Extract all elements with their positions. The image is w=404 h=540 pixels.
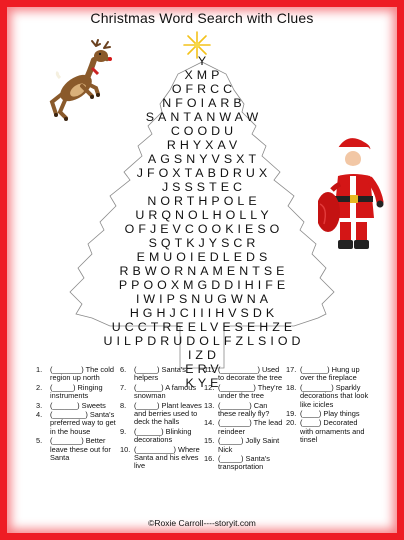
clue-item: 1. (_______) The cold region up north [36, 365, 118, 383]
clue-item: 12. (________) They're under the tree [204, 382, 286, 401]
clue-text: (______) Blinking decorations [134, 426, 192, 445]
clue-item: 17. (______) Hung up over the fireplace [286, 365, 370, 383]
grid-row: EMUOIEDLEDS [136, 250, 272, 264]
grid-row: URQNOLHOLLY [135, 208, 273, 222]
grid-row: HGHJCIIIHVSDK [129, 306, 279, 320]
grid-row: Y [197, 54, 211, 68]
clue-number: 5. [36, 436, 43, 446]
clue-item: 18. (_______) Sparkly decorations that lo… [286, 382, 370, 409]
clue-number: 2. [36, 382, 43, 392]
clue-item: 2. (_____) Ringing instruments [36, 382, 118, 401]
clue-number: 12. [204, 382, 215, 392]
clue-item: 8. (_____) Plant leaves and berries used … [120, 400, 202, 427]
clue-text: (______) A famous snowman [134, 382, 197, 401]
grid-row: RBWORNAMENTSE [119, 264, 289, 278]
grid-row: NORTHPOLE [147, 194, 261, 208]
clue-text: (_____) Plant leaves and berries used to… [134, 400, 202, 427]
clue-list: 1. (_______) The cold region up north 2. (… [0, 365, 404, 516]
clue-item: 6. (_____) Santa's helpers [120, 365, 202, 383]
clue-number: 20. [286, 418, 297, 428]
grid-row: XMP [184, 68, 224, 82]
clue-number: 7. [120, 382, 127, 392]
clue-text: (_______) Sparkly decorations that look … [300, 382, 369, 409]
clue-text: (_______) Better leave these out for San… [50, 436, 111, 463]
clue-text: (_____) Santa's transportation [218, 454, 270, 472]
clue-text: (________) They're under the tree [218, 382, 283, 401]
clue-number: 10. [120, 444, 131, 454]
clue-text: (______) Sweets [50, 400, 106, 410]
clue-text: (_________) Where Santa and his elves li… [134, 444, 200, 471]
clue-number: 1. [36, 365, 43, 374]
grid-row: OFRCC [171, 82, 237, 96]
clue-number: 4. [36, 410, 43, 420]
grid-row: SANTANWAW [145, 110, 263, 124]
clue-number: 15. [204, 436, 215, 446]
clue-text: (____) Play things [300, 409, 360, 419]
clue-text: (_______) The cold region up north [50, 365, 114, 383]
clue-number: 13. [204, 400, 215, 410]
grid-row: PPOOXMGDDIHIFE [118, 278, 290, 292]
clue-text: (_______) Can these really fly? [218, 400, 270, 419]
clue-column-1: 1. (_______) The cold region up north 2. (… [36, 365, 118, 463]
clue-item: 19. (____) Play things [286, 409, 370, 419]
clue-item: 3. (______) Sweets [36, 400, 118, 410]
clue-number: 14. [204, 418, 215, 428]
clue-item: 11. (_________) Used to decorate the tree [204, 365, 286, 383]
grid-row: IWIPSNUGWNA [135, 292, 273, 306]
clue-item: 20. (____) Decorated with ornaments and t… [286, 419, 370, 444]
word-search-grid: Y XMP OFRCC NFOIARB SANTANWAW COODU RHYX… [0, 0, 404, 390]
clue-number: 16. [204, 454, 215, 464]
clue-item: 14. (_______) The lead reindeer [204, 419, 286, 436]
clue-column-3: 11. (_________) Used to decorate the tree… [204, 365, 286, 473]
clue-item: 13. (_______) Can these really fly? [204, 400, 286, 419]
clue-item: 4. (________) Santa's preferred way to ge… [36, 410, 118, 436]
clue-number: 17. [286, 365, 297, 374]
clue-text: (________) Santa's preferred way to get … [50, 410, 116, 436]
clue-number: 6. [120, 365, 127, 374]
clue-number: 8. [120, 400, 127, 410]
grid-row: IZD [187, 348, 221, 362]
clue-item: 16. (_____) Santa's transportation [204, 454, 286, 472]
clue-item: 10. (_________) Where Santa and his elves… [120, 444, 202, 471]
clue-item: 5. (_______) Better leave these out for S… [36, 436, 118, 463]
clue-number: 3. [36, 400, 43, 410]
clue-number: 19. [286, 409, 297, 419]
grid-row: UCCTREELVESEHZE [111, 320, 297, 334]
clue-item: 15. (_____) Jolly Saint Nick [204, 436, 286, 454]
grid-row: UILPDRUDOLFZLSIOD [103, 334, 305, 348]
grid-row: AGSNYVSXT [147, 152, 261, 166]
grid-row: JFOXTABDRUX [136, 166, 272, 180]
clue-number: 18. [286, 382, 297, 392]
grid-row: OFJEVCOOKIESO [124, 222, 284, 236]
clue-number: 9. [120, 426, 127, 436]
copyright-notice: ©Roxie Carroll----storyit.com [148, 518, 256, 528]
grid-row: NFOIARB [162, 96, 246, 110]
clue-item: 9. (______) Blinking decorations [120, 426, 202, 445]
grid-row: RHYXAV [166, 138, 242, 152]
clue-text: (______) Hung up over the fireplace [300, 365, 360, 383]
grid-row: COODU [170, 124, 238, 138]
clue-text: (_____) Santa's helpers [134, 365, 186, 383]
grid-row: SQTKJYSCR [148, 236, 260, 250]
clue-text: (_____) Jolly Saint Nick [218, 436, 280, 454]
clue-column-4: 17. (______) Hung up over the fireplace 1… [286, 365, 370, 446]
clue-column-2: 6. (_____) Santa's helpers 7. (______) A f… [120, 365, 202, 472]
clue-text: (_________) Used to decorate the tree [218, 365, 283, 383]
clue-text: (_______) The lead reindeer [218, 418, 283, 436]
grid-row: JSSSTEC [161, 180, 247, 194]
clue-item: 7. (______) A famous snowman [120, 382, 202, 401]
clue-number: 11. [204, 365, 214, 374]
clue-text: (____) Decorated with ornaments and tins… [300, 418, 365, 445]
clue-text: (_____) Ringing instruments [50, 382, 103, 401]
